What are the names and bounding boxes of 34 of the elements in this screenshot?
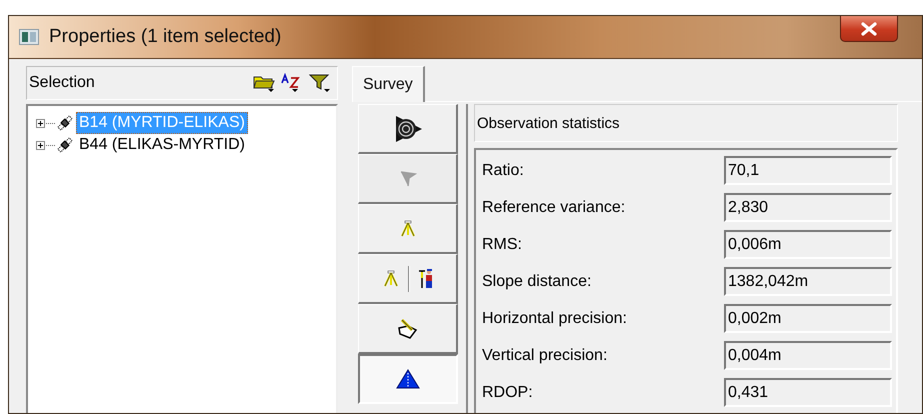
value-field: 0,431 <box>724 378 892 407</box>
triangle-icon <box>396 369 420 389</box>
field-label: RMS: <box>482 236 523 254</box>
value-field: 70,1 <box>724 156 892 185</box>
field-label: Slope distance: <box>482 272 592 290</box>
expand-icon[interactable] <box>36 118 45 128</box>
tool-button[interactable] <box>358 354 458 404</box>
tree-item[interactable]: B44 (ELIKAS-MYRTID) <box>76 134 248 156</box>
satellite-icon <box>56 136 74 154</box>
value-field: 0,004m <box>724 341 892 370</box>
expand-icon[interactable] <box>36 140 45 150</box>
pencil-icon <box>396 318 420 340</box>
value-field: 0,006m <box>724 230 892 259</box>
window-title: Properties (1 item selected) <box>49 26 282 48</box>
field-label: Vertical precision: <box>482 346 608 364</box>
window-icon <box>19 29 39 45</box>
value-field: 0,002m <box>724 304 892 333</box>
value-field: 1382,042m <box>724 267 892 296</box>
close-button[interactable] <box>840 16 898 42</box>
surveyor-icon <box>418 268 434 288</box>
field-label: Horizontal precision: <box>482 310 628 328</box>
selection-title: Selection <box>29 74 95 92</box>
value-field: 2,830 <box>724 193 892 222</box>
satellite-icon <box>56 114 74 132</box>
filter-icon[interactable] <box>309 73 331 93</box>
field-label: Ratio: <box>482 162 525 180</box>
section-title: Observation statistics <box>474 104 898 142</box>
field-label: RDOP: <box>482 384 534 402</box>
tripod-icon <box>382 270 400 288</box>
close-icon <box>860 22 878 36</box>
tripod-icon <box>398 220 416 238</box>
flag-icon <box>398 170 416 188</box>
survey-tab[interactable]: Survey <box>352 66 425 102</box>
field-label: Reference variance: <box>482 198 626 216</box>
